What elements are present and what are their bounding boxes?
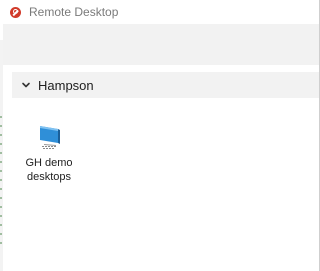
chevron-down-icon[interactable] — [20, 79, 32, 91]
group-label: Hampson — [38, 77, 94, 93]
tile-label-line-1: GH demo — [25, 157, 73, 169]
remote-desktop-window: Remote Desktop Hampson GH demo desktops — [0, 0, 320, 271]
tile-label-line-2: desktops — [26, 171, 72, 183]
title-bar[interactable]: Remote Desktop — [0, 0, 319, 24]
left-edge-strip — [0, 40, 3, 271]
tile-label: GH demo desktops — [20, 156, 78, 184]
desktop-tile-gh-demo[interactable]: GH demo desktops — [20, 120, 78, 188]
monitor-icon — [40, 126, 60, 149]
group-header-hampson[interactable]: Hampson — [12, 72, 319, 98]
command-bar — [3, 24, 319, 65]
remote-desktop-app-icon — [10, 6, 21, 18]
window-title: Remote Desktop — [29, 5, 119, 19]
